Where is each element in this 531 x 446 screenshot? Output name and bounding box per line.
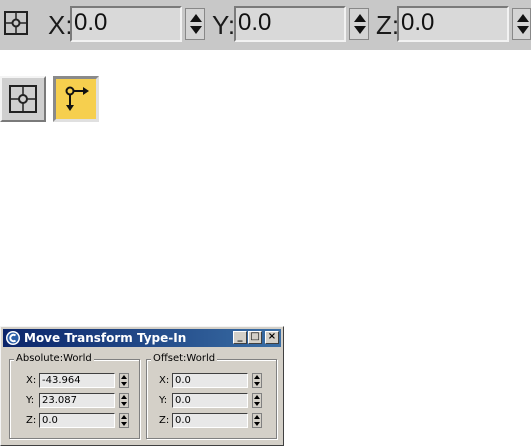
spinner-up-icon[interactable]: [254, 415, 260, 419]
absolute-z-row: Z: 0.0: [10, 413, 139, 429]
axis-label: X:: [159, 375, 170, 386]
offset-x-spinner[interactable]: [252, 373, 262, 388]
axis-label: Y:: [159, 395, 168, 406]
spinner-down-icon[interactable]: [254, 402, 260, 406]
dialog-title: Move Transform Type-In: [24, 331, 187, 345]
spinner-up-icon[interactable]: [354, 14, 366, 22]
offset-world-group: Offset:World X: 0.0 Y: 0.0 Z: 0.0: [146, 352, 277, 439]
spinner-down-icon[interactable]: [517, 26, 529, 34]
absolute-z-field[interactable]: 0.0: [39, 413, 115, 428]
absolute-x-row: X: -43.964: [10, 373, 139, 389]
offset-mode-icon: [65, 86, 89, 111]
axis-label: Z:: [159, 415, 170, 426]
absolute-z-spinner[interactable]: [119, 413, 129, 428]
spinner-up-icon[interactable]: [121, 415, 127, 419]
z-axis-label: Z:: [376, 10, 400, 40]
spinner-down-icon[interactable]: [121, 402, 127, 406]
absolute-world-group: Absolute:World X: -43.964 Y: 23.087 Z: 0…: [9, 352, 140, 439]
spinner-down-icon[interactable]: [121, 382, 127, 386]
x-spinner[interactable]: [185, 8, 205, 40]
absolute-world-title: Absolute:World: [14, 352, 94, 366]
spinner-down-icon[interactable]: [121, 422, 127, 426]
y-spinner[interactable]: [349, 8, 369, 40]
offset-z-field[interactable]: 0.0: [172, 413, 248, 428]
offset-z-row: Z: 0.0: [147, 413, 276, 429]
absolute-y-spinner[interactable]: [119, 393, 129, 408]
spinner-down-icon[interactable]: [254, 422, 260, 426]
offset-y-spinner[interactable]: [252, 393, 262, 408]
offset-y-field[interactable]: 0.0: [172, 393, 248, 408]
spinner-down-icon[interactable]: [190, 26, 202, 34]
y-axis-label: Y:: [212, 10, 236, 40]
offset-x-field[interactable]: 0.0: [172, 373, 248, 388]
spinner-up-icon[interactable]: [254, 375, 260, 379]
offset-y-row: Y: 0.0: [147, 393, 276, 409]
absolute-x-field[interactable]: -43.964: [39, 373, 115, 388]
absolute-transform-icon[interactable]: [2, 9, 30, 37]
absolute-mode-icon: [9, 85, 37, 113]
3dsmax-logo-icon[interactable]: [5, 330, 21, 346]
z-spinner[interactable]: [512, 8, 531, 40]
axis-label: X:: [26, 375, 37, 386]
maximize-button[interactable]: □: [248, 331, 262, 344]
spinner-up-icon[interactable]: [517, 14, 529, 22]
z-value-field[interactable]: 0.0: [397, 6, 509, 42]
offset-x-row: X: 0.0: [147, 373, 276, 389]
absolute-y-field[interactable]: 23.087: [39, 393, 115, 408]
absolute-y-row: Y: 23.087: [10, 393, 139, 409]
minimize-button[interactable]: _: [233, 331, 247, 344]
spinner-up-icon[interactable]: [121, 375, 127, 379]
y-value-field[interactable]: 0.0: [234, 6, 346, 42]
spinner-up-icon[interactable]: [254, 395, 260, 399]
offset-mode-button[interactable]: [53, 76, 99, 122]
spinner-down-icon[interactable]: [354, 26, 366, 34]
offset-world-title: Offset:World: [151, 352, 218, 366]
spinner-down-icon[interactable]: [254, 382, 260, 386]
spinner-up-icon[interactable]: [121, 395, 127, 399]
spinner-up-icon[interactable]: [190, 14, 202, 22]
coordinate-toolbar: X: 0.0 Y: 0.0 Z: 0.0: [0, 0, 531, 50]
dialog-titlebar[interactable]: Move Transform Type-In _ □ ×: [3, 329, 281, 347]
absolute-x-spinner[interactable]: [119, 373, 129, 388]
move-transform-dialog: Move Transform Type-In _ □ × Absolute:Wo…: [0, 326, 284, 446]
absolute-mode-button[interactable]: [0, 76, 46, 122]
axis-label: Y:: [26, 395, 35, 406]
x-value-field[interactable]: 0.0: [70, 6, 182, 42]
axis-label: Z:: [26, 415, 37, 426]
x-axis-label: X:: [48, 10, 73, 40]
close-button[interactable]: ×: [265, 331, 279, 344]
offset-z-spinner[interactable]: [252, 413, 262, 428]
